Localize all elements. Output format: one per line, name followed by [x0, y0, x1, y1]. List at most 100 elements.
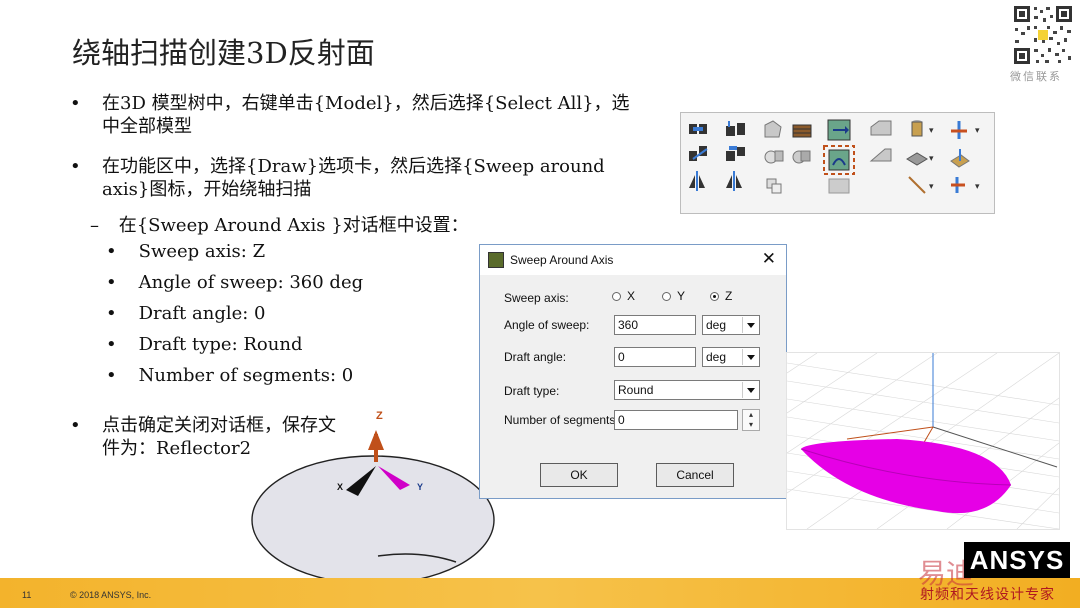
- chevron-down-icon: [742, 317, 758, 333]
- dialog-titlebar[interactable]: Sweep Around Axis ✕: [480, 245, 786, 275]
- shape-icon-1[interactable]: [764, 120, 782, 138]
- dash-item-text: 在{Sweep Around Axis }对话框中设置：: [118, 215, 469, 236]
- number-of-segments-label: Number of segments:: [504, 413, 619, 427]
- radio-axis-x[interactable]: X: [612, 289, 635, 303]
- setting-item: • Draft angle: 0: [106, 303, 266, 324]
- rectangle-icon[interactable]: ▾: [906, 152, 934, 166]
- segments-spinner[interactable]: ▴ ▾: [742, 409, 760, 431]
- bullet-1-line1: 在3D 模型树中，右键单击{Model}，然后选择{Select All}，选: [102, 93, 630, 114]
- bullet-dot: •: [106, 365, 117, 386]
- result-3d-view: [786, 352, 1060, 530]
- slide-title: 绕轴扫描创建3D反射面: [72, 36, 375, 70]
- draft-type-select[interactable]: Round: [614, 380, 760, 400]
- radio-axis-z[interactable]: Z: [710, 289, 732, 303]
- sweep-around-axis-dialog: Sweep Around Axis ✕ Sweep axis: X Y Z An…: [479, 244, 787, 499]
- radio-axis-y[interactable]: Y: [662, 289, 685, 303]
- shape-icon-2[interactable]: [764, 150, 784, 164]
- cancel-button[interactable]: Cancel: [656, 463, 734, 487]
- draw-line-icon[interactable]: [689, 146, 708, 161]
- setting-text: Angle of sweep: 360 deg: [138, 272, 364, 293]
- svg-text:▾: ▾: [929, 182, 934, 192]
- number-of-segments-input[interactable]: 0: [614, 410, 738, 430]
- bullet-dot: •: [106, 303, 117, 324]
- svg-text:▾: ▾: [929, 154, 934, 164]
- setting-item: • Draft type: Round: [106, 334, 302, 355]
- x-axis-label: X: [337, 482, 344, 492]
- draw-box-icon[interactable]: [689, 124, 707, 134]
- spin-down-icon[interactable]: ▾: [743, 420, 759, 430]
- surface-icon-1[interactable]: [870, 120, 892, 136]
- watermark-subtitle: 射频和天线设计专家: [920, 587, 1055, 603]
- page-number: 11: [22, 590, 32, 600]
- plane-icon[interactable]: [950, 149, 970, 168]
- radio-label: Z: [725, 289, 733, 303]
- bullet-dot: •: [106, 272, 117, 293]
- sweep-along-path-icon[interactable]: [828, 178, 850, 194]
- z-axis-label: Z: [376, 410, 383, 422]
- draft-angle-unit-select[interactable]: deg: [702, 347, 760, 367]
- svg-text:▾: ▾: [975, 126, 980, 136]
- chevron-down-icon: [742, 382, 758, 398]
- shape-icon-4[interactable]: [792, 150, 811, 164]
- angle-of-sweep-label: Angle of sweep:: [504, 318, 590, 332]
- face-cs-icon[interactable]: ▾: [951, 177, 980, 193]
- chevron-down-icon: [742, 349, 758, 365]
- close-icon[interactable]: ✕: [762, 249, 776, 269]
- angle-unit-select[interactable]: deg: [702, 315, 760, 335]
- bullet-2-line1: 在功能区中，选择{Draw}选项卡，然后选择{Sweep around: [102, 156, 605, 177]
- draw-ribbon-toolbar: ▾ ▾ ▾ ▾ ▾: [680, 112, 995, 214]
- bullet-2: • 在功能区中，选择{Draw}选项卡，然后选择{Sweep around ax…: [70, 155, 662, 201]
- mirror-icon[interactable]: [689, 171, 705, 191]
- draft-type-label: Draft type:: [504, 384, 560, 398]
- radio-label: Y: [677, 289, 686, 303]
- radio-circle-selected: [710, 292, 719, 301]
- line-icon[interactable]: ▾: [908, 176, 934, 194]
- select-value: deg: [706, 318, 727, 332]
- select-value: deg: [706, 350, 727, 364]
- setting-item: • Sweep axis: Z: [106, 241, 265, 262]
- cylinder-icon[interactable]: ▾: [911, 120, 934, 137]
- setting-text: Sweep axis: Z: [138, 241, 266, 262]
- model-view: Z X Y: [250, 410, 502, 585]
- copyright: © 2018 ANSYS, Inc.: [70, 590, 152, 600]
- draft-angle-label: Draft angle:: [504, 350, 567, 364]
- angle-of-sweep-input[interactable]: 360: [614, 315, 696, 335]
- dash-item: – 在{Sweep Around Axis }对话框中设置：: [90, 211, 469, 237]
- bullet-dot: •: [70, 93, 81, 114]
- svg-text:▾: ▾: [929, 126, 934, 136]
- subtract-icon[interactable]: [726, 146, 745, 161]
- grid-icon[interactable]: [792, 124, 812, 138]
- setting-item: • Number of segments: 0: [106, 365, 353, 386]
- bullet-2-line2: axis}图标，开始绕轴扫描: [102, 179, 312, 200]
- bullet-dot: •: [106, 241, 117, 262]
- draft-angle-input[interactable]: 0: [614, 347, 696, 367]
- bullet-1: • 在3D 模型树中，右键单击{Model}，然后选择{Select All}，…: [70, 92, 662, 138]
- bullet-1-line2: 中全部模型: [102, 116, 192, 137]
- sweep-axis-label: Sweep axis:: [504, 291, 569, 305]
- unite-icon[interactable]: [726, 121, 745, 136]
- qr-caption: 微信联系: [1010, 70, 1062, 83]
- sweep-along-vector-icon[interactable]: [827, 119, 851, 141]
- spin-up-icon[interactable]: ▴: [743, 410, 759, 420]
- y-axis-label: Y: [417, 482, 424, 492]
- bullet-dot: •: [106, 334, 117, 355]
- select-value: Round: [618, 383, 654, 397]
- shape-icon-3[interactable]: [766, 178, 782, 194]
- reflector-surface: [801, 439, 1011, 514]
- duplicate-mirror-icon[interactable]: [726, 171, 742, 191]
- ok-button[interactable]: OK: [540, 463, 618, 487]
- radio-circle: [612, 292, 621, 301]
- setting-text: Draft angle: 0: [138, 303, 266, 324]
- svg-text:▾: ▾: [975, 182, 980, 192]
- coordinate-system-icon[interactable]: ▾: [951, 121, 980, 139]
- setting-text: Draft type: Round: [138, 334, 303, 355]
- surface-icon-2[interactable]: [869, 148, 892, 162]
- bullet-dot: •: [70, 415, 81, 436]
- ansys-logo: ANSYS: [964, 542, 1070, 578]
- reflector-disk: [251, 455, 495, 585]
- radio-circle: [662, 292, 671, 301]
- setting-text: Number of segments: 0: [138, 365, 354, 386]
- dash-glyph: –: [90, 215, 99, 236]
- bullet-dot: •: [70, 156, 81, 177]
- sweep-around-axis-icon[interactable]: [823, 145, 855, 175]
